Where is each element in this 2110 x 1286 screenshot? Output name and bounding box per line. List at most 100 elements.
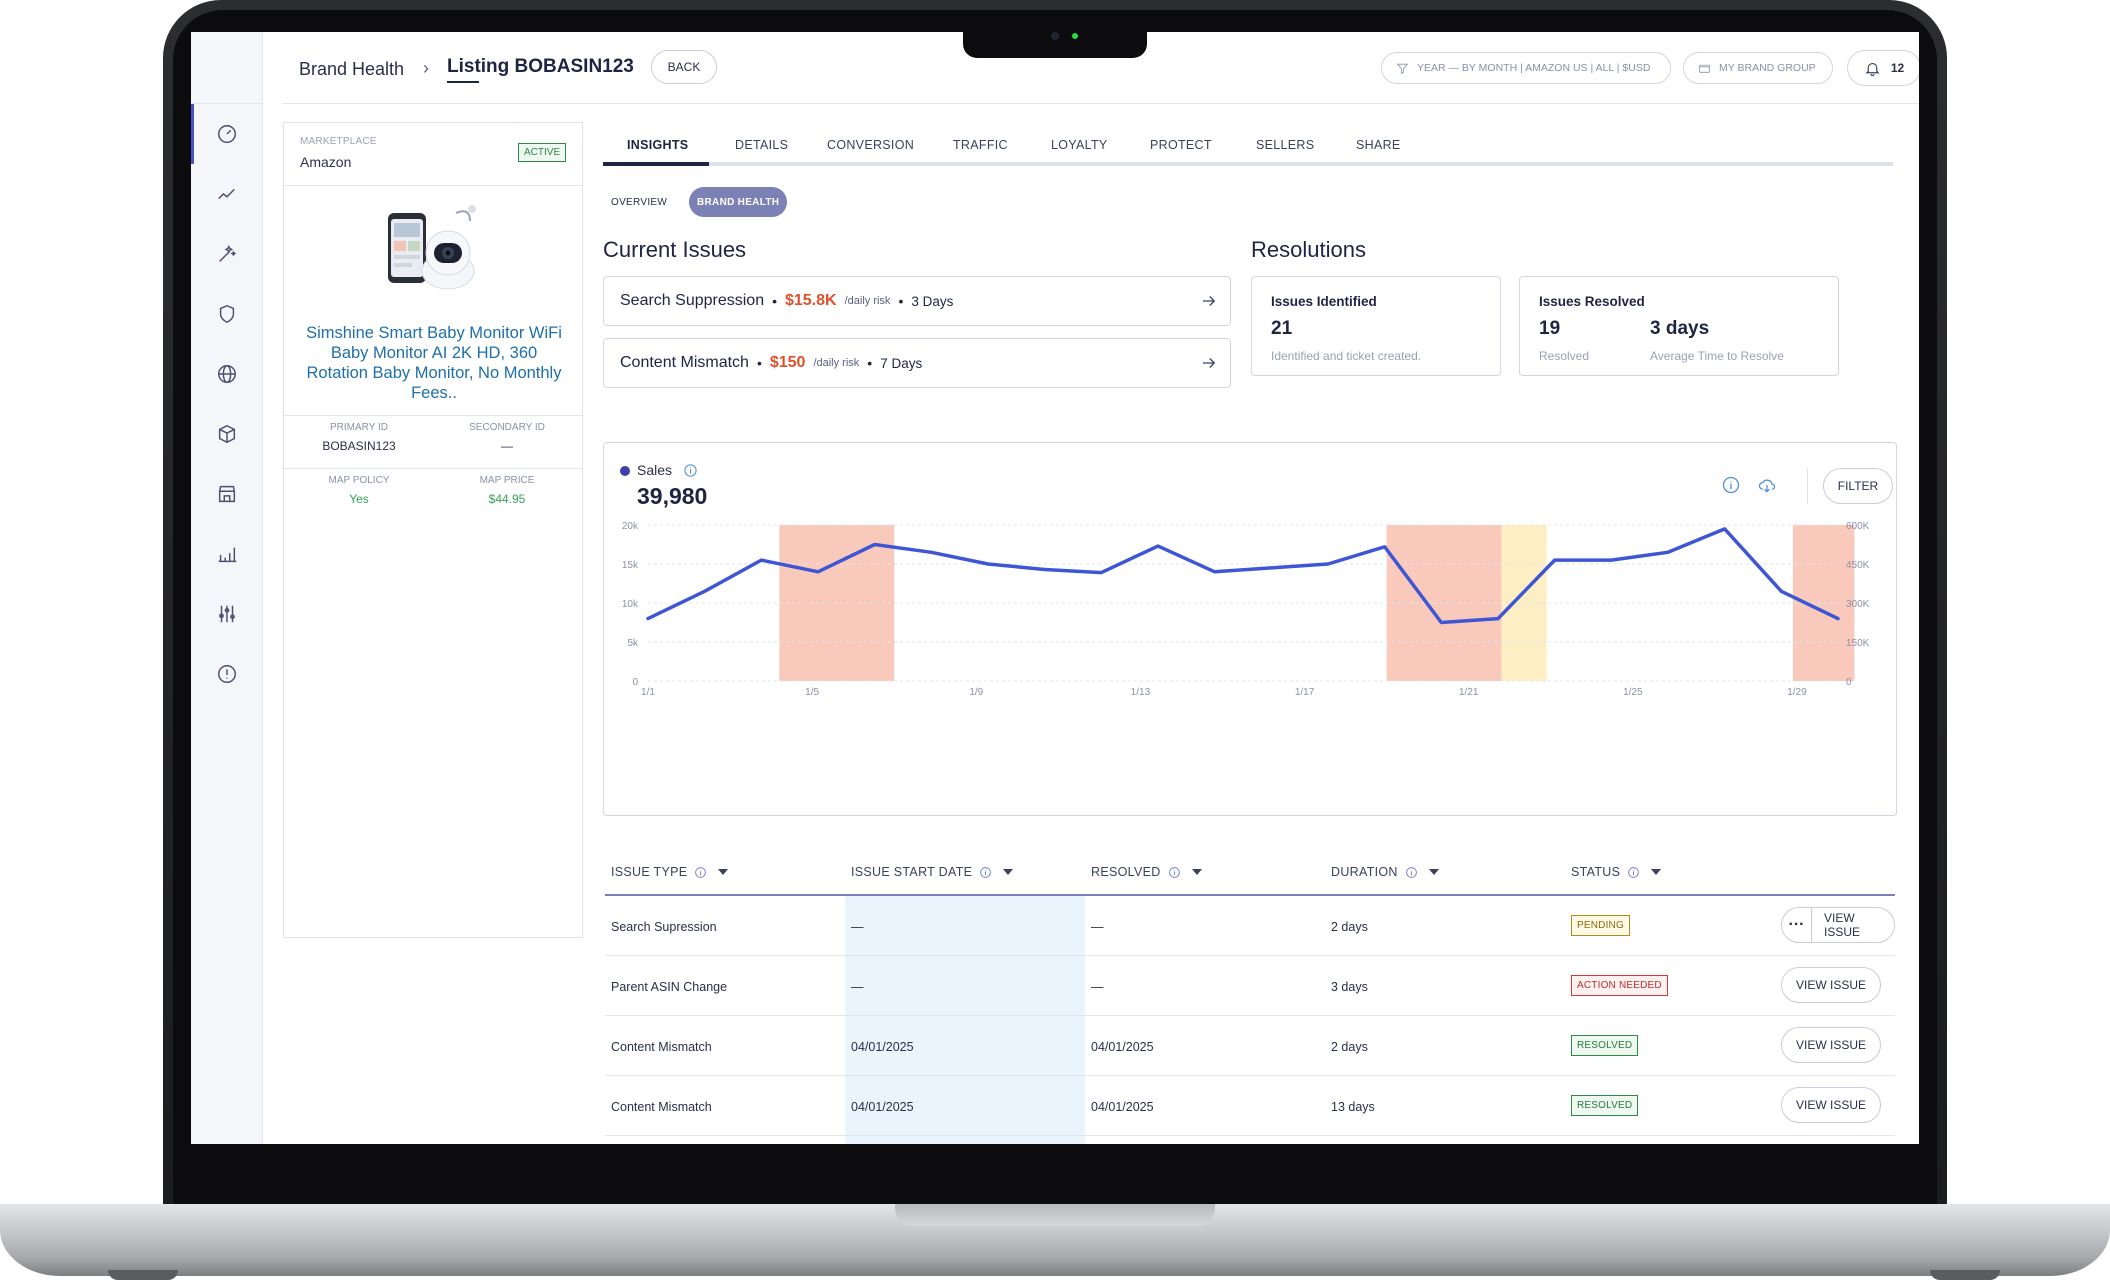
subtab-overview[interactable]: OVERVIEW <box>603 187 675 217</box>
notifications-button[interactable]: 12 <box>1847 50 1919 86</box>
sort-caret-icon <box>718 869 729 875</box>
tab-conversion[interactable]: CONVERSION <box>827 138 914 152</box>
th-label: STATUS <box>1571 865 1621 879</box>
shield-icon <box>219 304 234 324</box>
cell-start-date: — <box>851 920 864 934</box>
notifications-count: 12 <box>1890 61 1905 75</box>
view-issue-button[interactable]: VIEW ISSUE <box>1781 967 1882 1003</box>
table-row: Search Supression — — 2 days PENDING ···… <box>605 896 1895 956</box>
filter-button[interactable]: FILTER <box>1823 468 1893 504</box>
product-title[interactable]: Simshine Smart Baby Monitor WiFi Baby Mo… <box>306 323 562 403</box>
current-issues-title: Current Issues <box>603 237 747 262</box>
breadcrumb-separator: › <box>423 58 429 78</box>
product-card: MARKETPLACE Amazon ACTIVE Simshine Smart… <box>283 122 583 938</box>
issue-card-search-suppression[interactable]: Search Suppression • $15.8K /daily risk … <box>603 276 1231 326</box>
x-axis-tick: 1/21 <box>1459 687 1479 698</box>
issues-identified-card: Issues Identified 21 Identified and tick… <box>1251 276 1501 376</box>
map-policy-label: MAP POLICY <box>328 475 390 486</box>
sliders-icon <box>218 605 235 623</box>
x-axis-tick: 1/29 <box>1787 687 1807 698</box>
y-axis-right-tick: 0 <box>1846 677 1852 688</box>
tab-share[interactable]: SHARE <box>1356 138 1401 152</box>
date-filter-label: YEAR — BY MONTH | AMAZON US | ALL | $USD <box>1417 62 1651 74</box>
sidebar-item-trends[interactable] <box>191 164 262 224</box>
sidebar-item-products[interactable] <box>191 404 262 464</box>
date-filter-pill[interactable]: YEAR — BY MONTH | AMAZON US | ALL | $USD <box>1381 52 1671 84</box>
brand-group-pill[interactable]: MY BRAND GROUP <box>1683 52 1833 84</box>
y-axis-right-tick: 150K <box>1846 638 1870 649</box>
tab-loyalty[interactable]: LOYALTY <box>1051 138 1108 152</box>
tab-bar: INSIGHTS DETAILS CONVERSION TRAFFIC LOYA… <box>603 128 1893 166</box>
th-issue-type[interactable]: ISSUE TYPE <box>611 865 729 879</box>
view-issue-button[interactable]: VIEW ISSUE <box>1781 1027 1882 1063</box>
bell-icon <box>1865 62 1880 76</box>
tab-rail <box>603 162 1893 166</box>
issues-identified-value: 21 <box>1271 318 1293 339</box>
th-label: ISSUE TYPE <box>611 865 688 879</box>
sidebar-item-dashboard[interactable] <box>191 104 262 164</box>
map-price-value: $44.95 <box>488 492 526 506</box>
storefront-icon <box>218 485 235 503</box>
issue-name: Search Suppression <box>620 292 765 309</box>
cell-issue-type: Parent ASIN Change <box>611 980 728 994</box>
separator-dot: • <box>756 355 762 371</box>
issue-card-content-mismatch[interactable]: Content Mismatch • $150 /daily risk • 7 … <box>603 338 1231 388</box>
issue-risk-unit: /daily risk <box>844 295 891 307</box>
th-resolved[interactable]: RESOLVED <box>1091 865 1202 879</box>
sidebar-item-protect[interactable] <box>191 284 262 344</box>
x-axis-tick: 1/17 <box>1295 687 1315 698</box>
issues-resolved-title: Issues Resolved <box>1539 294 1645 309</box>
th-label: RESOLVED <box>1091 865 1161 879</box>
cell-resolved: 04/01/2025 <box>1091 1100 1154 1114</box>
tab-sellers[interactable]: SELLERS <box>1256 138 1314 152</box>
view-issue-button[interactable]: VIEW ISSUE <box>1812 911 1894 939</box>
th-status[interactable]: STATUS <box>1571 865 1662 879</box>
x-axis-tick: 1/25 <box>1623 687 1643 698</box>
sidebar-item-help[interactable] <box>191 644 262 704</box>
toolbar-divider <box>1807 468 1808 504</box>
product-image <box>388 205 476 290</box>
sidebar-item-stores[interactable] <box>191 464 262 524</box>
sales-chart: 0 0 5k 150K 10k 300K 15k 450K 20k 600K 1/1 1/5 1/9 1/… <box>622 521 1870 698</box>
subtab-brand-health[interactable]: BRAND HEALTH <box>689 187 788 217</box>
info-icon[interactable] <box>683 463 698 478</box>
cell-duration: 2 days <box>1331 1040 1368 1054</box>
tab-insights[interactable]: INSIGHTS <box>627 138 688 152</box>
cell-resolved: 04/01/2025 <box>1091 1040 1154 1054</box>
issue-risk-value: $150 <box>769 354 806 371</box>
separator-dot: • <box>898 293 904 309</box>
globe-icon <box>217 365 236 383</box>
sort-caret-icon <box>1651 869 1662 875</box>
tab-traffic[interactable]: TRAFFIC <box>953 138 1008 152</box>
avg-resolve-sub: Average Time to Resolve <box>1650 349 1784 363</box>
sidebar-item-reports[interactable] <box>191 524 262 584</box>
resolutions-title: Resolutions <box>1251 237 1366 262</box>
info-icon[interactable] <box>1721 475 1741 495</box>
more-options-button[interactable]: ··· <box>1782 908 1812 942</box>
th-issue-start-date[interactable]: ISSUE START DATE <box>851 865 1014 879</box>
th-duration[interactable]: DURATION <box>1331 865 1439 879</box>
bar-chart-icon <box>218 547 236 563</box>
app-screen: Brand Health › Listing BOBASIN123 BACK Y… <box>191 32 1919 1144</box>
primary-id-value: BOBASIN123 <box>322 439 396 453</box>
y-axis-right-tick: 600K <box>1846 521 1870 532</box>
cloud-download-icon[interactable] <box>1757 475 1777 495</box>
back-button[interactable]: BACK <box>651 50 717 84</box>
arrow-right-icon <box>1203 358 1216 368</box>
breadcrumb-brand-health[interactable]: Brand Health <box>299 59 404 80</box>
tab-details[interactable]: DETAILS <box>735 138 788 152</box>
x-axis-tick: 1/1 <box>641 687 655 698</box>
magic-wand-icon <box>218 245 236 262</box>
separator-dot: • <box>772 293 777 309</box>
sidebar-item-magic[interactable] <box>191 224 262 284</box>
sidebar-item-settings[interactable] <box>191 584 262 644</box>
y-axis-right-tick: 450K <box>1846 560 1870 571</box>
divider <box>284 468 582 469</box>
sidebar-item-global[interactable] <box>191 344 262 404</box>
view-issue-button[interactable]: VIEW ISSUE <box>1781 1087 1882 1123</box>
cell-resolved: — <box>1091 920 1104 934</box>
sort-caret-icon <box>1428 869 1439 875</box>
breadcrumb-current: Listing BOBASIN123 <box>447 56 634 77</box>
tab-protect[interactable]: PROTECT <box>1150 138 1212 152</box>
status-badge: RESOLVED <box>1571 1035 1639 1056</box>
